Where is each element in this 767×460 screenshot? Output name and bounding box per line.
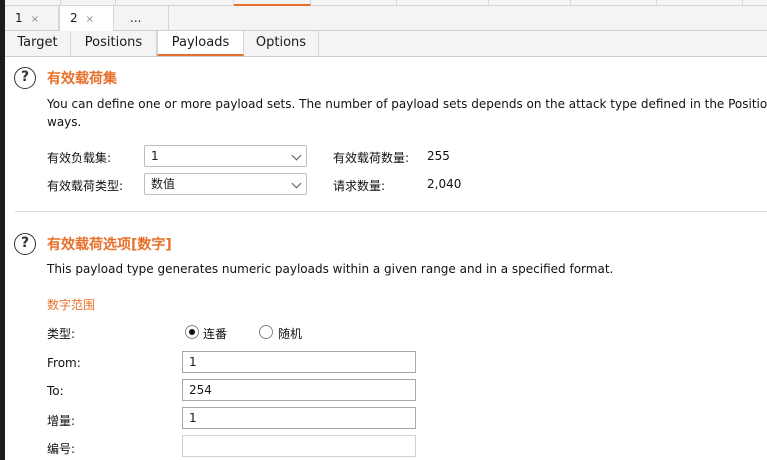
top-tab-segment[interactable]: [396, 0, 489, 5]
top-tab-segment[interactable]: [60, 0, 116, 5]
attack-tab-bar: 1 × 2 × ...: [5, 0, 767, 31]
payload-set-value: 1: [151, 149, 159, 163]
payload-options-description: This payload type generates numeric payl…: [47, 262, 614, 276]
sub-tab-bar: Target Positions Payloads Options: [5, 31, 767, 57]
payload-sets-title: 有效载荷集: [47, 71, 117, 87]
number-input[interactable]: [182, 435, 416, 457]
radio-random-label[interactable]: 随机: [278, 325, 302, 342]
section-divider: [15, 211, 767, 212]
tab-1[interactable]: 1 ×: [5, 6, 59, 30]
payload-type-value: 数值: [151, 177, 176, 191]
radio-sequential-label[interactable]: 连番: [203, 325, 227, 342]
request-count-value: 2,040: [427, 177, 462, 191]
payload-sets-description: You can define one or more payload sets.…: [47, 97, 767, 111]
tab-more[interactable]: ...: [114, 6, 169, 30]
step-input[interactable]: 1: [182, 407, 416, 429]
payload-set-label: 有效负载集:: [47, 151, 112, 165]
close-icon[interactable]: ×: [86, 14, 94, 25]
chevron-down-icon: [291, 178, 302, 189]
request-count-label: 请求数量:: [333, 179, 386, 193]
help-icon[interactable]: ?: [14, 233, 36, 255]
payload-type-label: 有效载荷类型:: [47, 179, 124, 193]
payload-options-title: 有效载荷选项[数字]: [47, 237, 172, 253]
tab-label: 1: [15, 11, 23, 25]
tab-2[interactable]: 2 ×: [59, 6, 114, 31]
top-tab-segment[interactable]: [656, 0, 743, 5]
close-icon[interactable]: ×: [31, 14, 39, 25]
left-edge-strip: [0, 0, 5, 460]
top-tab-segment[interactable]: [488, 0, 571, 5]
type-label: 类型:: [47, 327, 76, 341]
payload-type-select[interactable]: 数值: [144, 173, 307, 195]
top-tab-segment[interactable]: [310, 0, 397, 5]
radio-sequential[interactable]: [185, 325, 199, 339]
payload-set-select[interactable]: 1: [144, 145, 307, 167]
number-range-title: 数字范围: [47, 298, 96, 312]
payload-count-label: 有效载荷数量:: [333, 151, 410, 165]
payload-sets-description-cont: ways.: [47, 115, 82, 129]
top-tab-segment[interactable]: [5, 0, 61, 5]
step-label: 增量:: [47, 414, 76, 428]
to-input[interactable]: 254: [182, 379, 416, 401]
from-label: From:: [47, 356, 81, 370]
top-tab-segment[interactable]: [115, 0, 234, 5]
tab-target[interactable]: Target: [5, 31, 71, 56]
from-input[interactable]: 1: [182, 351, 416, 373]
tab-payloads[interactable]: Payloads: [157, 31, 244, 56]
payload-count-value: 255: [427, 149, 450, 163]
radio-random[interactable]: [259, 325, 273, 339]
top-tab-segment-active[interactable]: [234, 0, 311, 6]
chevron-down-icon: [291, 150, 302, 161]
tab-label: 2: [70, 11, 78, 25]
number-label: 编号:: [47, 442, 76, 456]
tab-label: ...: [130, 11, 142, 25]
top-tab-segment[interactable]: [570, 0, 657, 5]
tab-options[interactable]: Options: [244, 31, 319, 56]
help-icon[interactable]: ?: [14, 67, 36, 89]
to-label: To:: [47, 384, 64, 398]
tab-positions[interactable]: Positions: [71, 31, 157, 56]
